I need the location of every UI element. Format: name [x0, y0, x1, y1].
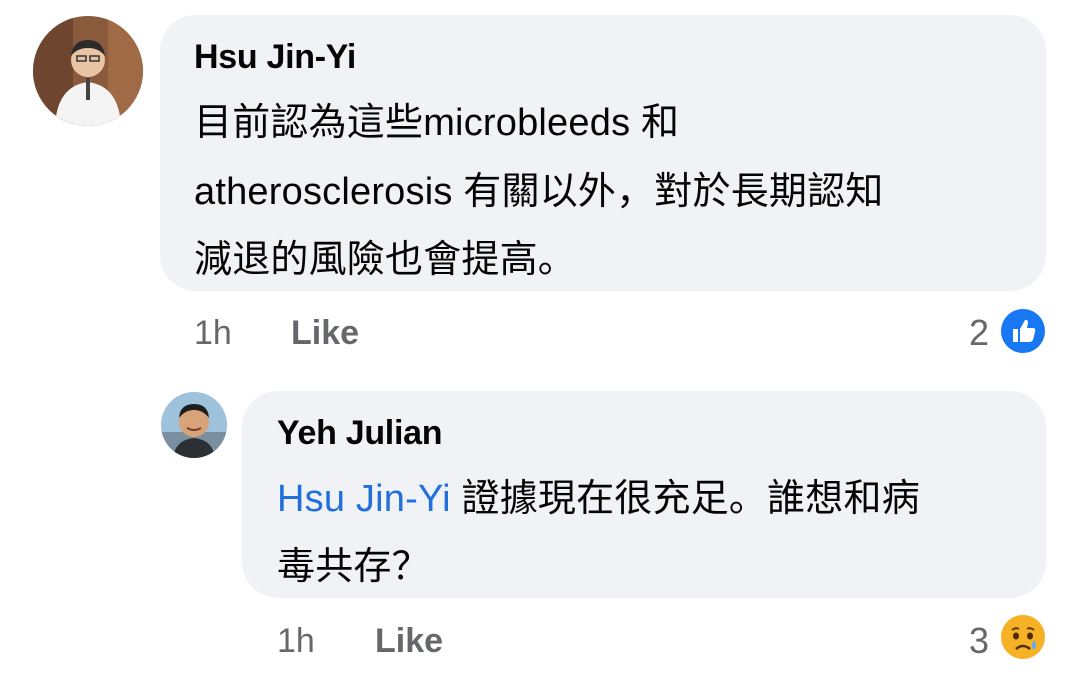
comment-text-line: atherosclerosis 有關以外，對於長期認知 [194, 171, 884, 213]
comment-timestamp[interactable]: 1h [194, 314, 232, 353]
reaction-count[interactable]: 2 [969, 312, 989, 354]
comment-author[interactable]: Yeh Julian [277, 414, 442, 453]
comment-text-line: 毒共存？ [277, 546, 430, 588]
comment-timestamp[interactable]: 1h [277, 622, 315, 661]
like-button[interactable]: Like [291, 314, 359, 353]
avatar[interactable] [161, 392, 227, 458]
mention-link[interactable]: Hsu Jin-Yi [277, 478, 451, 520]
comment-text-line: 減退的風險也會提高。 [194, 239, 577, 281]
reaction-count[interactable]: 3 [969, 620, 989, 662]
person-photo-icon [161, 392, 227, 458]
comment-text-line: 目前認為這些microbleeds 和 [194, 102, 680, 144]
like-icon[interactable] [1000, 308, 1046, 354]
comment-thread: Hsu Jin-Yi 目前認為這些microbleeds 和 atheroscl… [0, 0, 1080, 677]
person-photo-icon [33, 16, 143, 126]
comment-text-line: Hsu Jin-Yi 證據現在很充足。誰想和病 [277, 467, 920, 522]
comment-author[interactable]: Hsu Jin-Yi [194, 38, 356, 77]
avatar[interactable] [33, 16, 143, 126]
like-button[interactable]: Like [375, 622, 443, 661]
sad-icon[interactable] [1000, 614, 1046, 660]
comment-text: 證據現在很充足。誰想和病 [450, 478, 920, 520]
